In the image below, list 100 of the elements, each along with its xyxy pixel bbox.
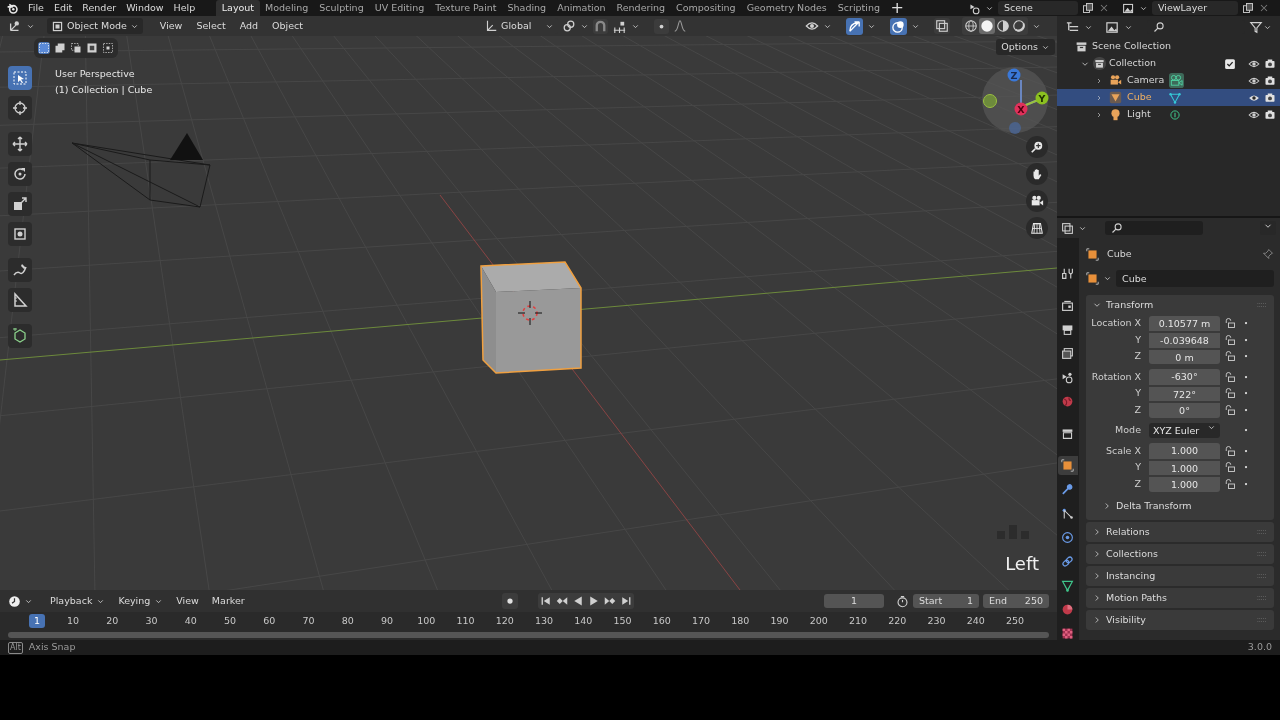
menu-item[interactable]: Help bbox=[168, 0, 201, 16]
movie-camera-icon[interactable] bbox=[1109, 74, 1122, 87]
menu-item[interactable]: Add bbox=[234, 18, 264, 34]
box-icon[interactable] bbox=[1061, 427, 1074, 440]
menu-item[interactable]: Window bbox=[121, 0, 169, 16]
camera-icon[interactable] bbox=[1264, 108, 1276, 121]
square-icon[interactable] bbox=[1086, 247, 1099, 261]
workspace-tab[interactable]: Compositing bbox=[670, 0, 742, 16]
tool-icon[interactable] bbox=[1061, 267, 1074, 280]
view-layer-field[interactable]: ViewLayer bbox=[1152, 1, 1238, 15]
outliner-item[interactable]: Scene Collection bbox=[1092, 39, 1171, 54]
rings-icon[interactable] bbox=[562, 19, 577, 33]
number-field[interactable]: 0.10577 m bbox=[1149, 315, 1220, 331]
workspace-tab[interactable]: Texture Paint bbox=[429, 0, 503, 16]
square-icon[interactable] bbox=[51, 19, 64, 33]
close-icon[interactable] bbox=[1098, 2, 1110, 14]
lock-icon[interactable] bbox=[1224, 461, 1236, 474]
axes-icon[interactable] bbox=[8, 19, 22, 33]
number-field[interactable]: 0 m bbox=[1149, 348, 1220, 364]
scale-icon[interactable] bbox=[12, 196, 28, 212]
workspace-tab[interactable]: Modeling bbox=[259, 0, 314, 16]
cube-plus-icon[interactable] bbox=[12, 328, 28, 344]
menu-item[interactable]: View bbox=[171, 593, 204, 609]
box-icon[interactable] bbox=[1075, 40, 1088, 53]
menu-item[interactable]: Marker bbox=[206, 593, 250, 609]
lock-icon[interactable] bbox=[1224, 403, 1236, 416]
caret-icon[interactable] bbox=[1103, 274, 1112, 283]
selection-mode-icon[interactable] bbox=[86, 42, 98, 54]
orbit-icon[interactable] bbox=[1061, 531, 1074, 544]
lock-icon[interactable] bbox=[1224, 444, 1236, 457]
bulb-icon[interactable] bbox=[1169, 108, 1181, 121]
globe-icon[interactable] bbox=[1061, 395, 1074, 408]
selection-mode-icon[interactable] bbox=[54, 42, 66, 54]
outliner-item[interactable]: Cube bbox=[1127, 90, 1169, 105]
lock-icon[interactable] bbox=[1224, 317, 1236, 330]
sphere-icon[interactable] bbox=[980, 19, 994, 33]
logo-icon[interactable] bbox=[6, 1, 19, 15]
workspace-tab[interactable]: Layout bbox=[216, 0, 260, 16]
image-stack-icon[interactable] bbox=[1061, 347, 1074, 360]
workspace-tab[interactable]: Animation bbox=[551, 0, 612, 16]
menu-item[interactable]: View bbox=[154, 18, 188, 34]
number-field[interactable]: 0° bbox=[1149, 402, 1220, 418]
sphere-icon[interactable] bbox=[1061, 603, 1074, 616]
camera-icon[interactable] bbox=[1264, 57, 1276, 70]
squares-icon[interactable] bbox=[1061, 221, 1074, 235]
vertices-icon[interactable] bbox=[1169, 91, 1181, 104]
number-field[interactable]: 722° bbox=[1149, 385, 1220, 401]
crosshair-icon[interactable] bbox=[12, 100, 28, 116]
scene-icon[interactable] bbox=[1061, 371, 1074, 384]
menu-item[interactable]: File bbox=[23, 0, 49, 16]
menu-item[interactable]: Edit bbox=[48, 0, 78, 16]
3d-cursor-icon[interactable] bbox=[517, 300, 543, 326]
wire-sphere-icon[interactable] bbox=[964, 19, 978, 33]
number-field[interactable]: 1.000 bbox=[1149, 476, 1220, 492]
menu-item[interactable]: Select bbox=[191, 18, 231, 34]
jump-end-icon[interactable] bbox=[619, 595, 632, 607]
name-field[interactable]: Cube bbox=[1116, 270, 1274, 287]
lock-icon[interactable] bbox=[1224, 387, 1236, 400]
workspace-tab[interactable]: UV Editing bbox=[369, 0, 430, 16]
search-icon[interactable] bbox=[1153, 21, 1165, 33]
stopwatch-icon[interactable] bbox=[896, 594, 909, 608]
arrows-icon[interactable] bbox=[847, 18, 862, 34]
shaded-sphere-icon[interactable] bbox=[1012, 19, 1026, 33]
scene-field[interactable]: Scene bbox=[998, 1, 1078, 15]
panel-header[interactable]: Visibility bbox=[1106, 612, 1146, 628]
number-field[interactable]: -630° bbox=[1149, 369, 1220, 385]
pin-icon[interactable] bbox=[1262, 248, 1274, 260]
search-icon[interactable] bbox=[1111, 222, 1123, 234]
mode-dropdown[interactable]: Object Mode bbox=[47, 18, 143, 34]
number-field[interactable]: -0.039648 bbox=[1149, 332, 1220, 348]
workspace-tab[interactable]: Geometry Nodes bbox=[741, 0, 833, 16]
square-icon[interactable] bbox=[1086, 272, 1099, 285]
outliner-item[interactable]: Camera bbox=[1127, 73, 1169, 88]
triangle-icon[interactable] bbox=[1109, 91, 1122, 104]
workspace-tab[interactable]: Sculpting bbox=[313, 0, 370, 16]
movie-camera-icon[interactable] bbox=[1030, 194, 1044, 208]
number-field[interactable]: 1.000 bbox=[1149, 459, 1220, 475]
transform-icon[interactable] bbox=[12, 226, 28, 242]
circles-icon[interactable] bbox=[891, 18, 906, 34]
jump-start-icon[interactable] bbox=[539, 595, 552, 607]
close-icon[interactable] bbox=[1258, 2, 1270, 14]
funnel-icon[interactable] bbox=[1249, 20, 1263, 34]
number-field[interactable]: 1.000 bbox=[1149, 443, 1220, 459]
selection-mode-icon[interactable] bbox=[70, 42, 82, 54]
panel-header[interactable]: Transform bbox=[1106, 297, 1154, 313]
image-icon[interactable] bbox=[1122, 1, 1135, 15]
eye-icon[interactable] bbox=[805, 19, 819, 33]
half-sphere-icon[interactable] bbox=[996, 19, 1010, 33]
workspace-tab[interactable]: Rendering bbox=[611, 0, 671, 16]
pencil-icon[interactable] bbox=[12, 262, 28, 278]
frame-field[interactable]: 1 bbox=[824, 594, 884, 608]
vertices-icon[interactable] bbox=[1061, 579, 1074, 592]
checkbox-icon[interactable] bbox=[1224, 57, 1236, 70]
next-keyframe-icon[interactable] bbox=[603, 595, 616, 607]
navigation-gizmo[interactable] bbox=[982, 67, 1049, 134]
camera-back-icon[interactable] bbox=[1061, 299, 1074, 312]
lock-icon[interactable] bbox=[1224, 333, 1236, 346]
square-icon[interactable] bbox=[1061, 459, 1074, 472]
axes-icon[interactable] bbox=[484, 19, 499, 33]
wrench-icon[interactable] bbox=[1061, 483, 1074, 496]
